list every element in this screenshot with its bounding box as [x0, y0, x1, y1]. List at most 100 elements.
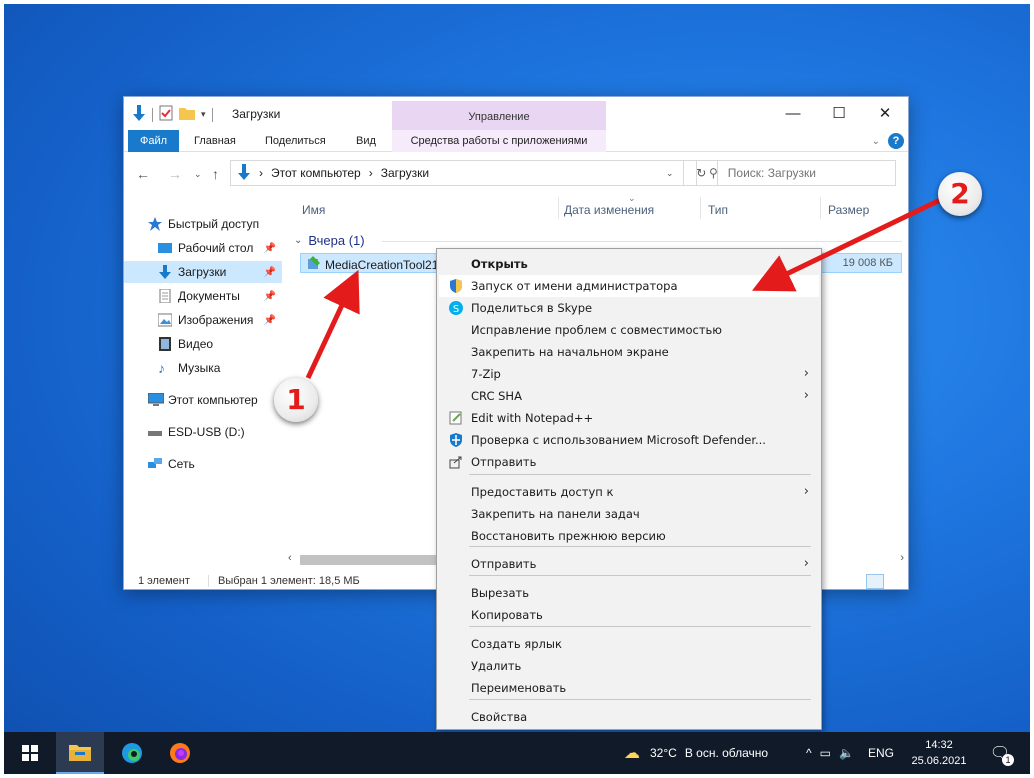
chevron-down-icon: ⌄	[294, 235, 303, 246]
context-menu-item[interactable]: Edit with Notepad++	[439, 407, 819, 429]
context-menu-item[interactable]: Исправление проблем с совместимостью	[439, 319, 819, 341]
context-menu-item[interactable]: Вырезать	[439, 582, 819, 604]
pin-icon[interactable]: 📌	[264, 267, 276, 278]
chevron-right-icon: ›	[803, 556, 809, 571]
weather-widget[interactable]: ☁ 32°C В осн. облачно	[624, 732, 768, 774]
sidebar-item-label: Видео	[178, 337, 214, 351]
start-button[interactable]	[8, 732, 52, 774]
language-indicator[interactable]: ENG	[868, 746, 894, 760]
context-menu-item[interactable]: Закрепить на начальном экране	[439, 341, 819, 363]
pin-icon[interactable]: 📌	[264, 243, 276, 254]
clock[interactable]: 14:32 25.06.2021	[904, 737, 974, 769]
sidebar-item-pictures[interactable]: Изображения 📌	[124, 309, 282, 331]
context-menu-item[interactable]: Проверка с использованием Microsoft Defe…	[439, 429, 819, 451]
group-header[interactable]: ⌄ Вчера (1)	[294, 233, 365, 248]
back-arrow-icon[interactable]: ←	[136, 166, 150, 182]
context-menu-item[interactable]: Восстановить прежнюю версию	[439, 525, 819, 547]
sidebar-item-usb-drive[interactable]: ESD-USB (D:)	[124, 421, 282, 443]
breadcrumb-computer[interactable]: Этот компьютер	[271, 166, 361, 180]
context-menu-item-label: Проверка с использованием Microsoft Defe…	[471, 433, 766, 447]
search-input[interactable]	[727, 166, 868, 180]
context-menu-item[interactable]: Копировать	[439, 604, 819, 626]
maximize-button[interactable]: ☐	[816, 97, 862, 129]
pin-icon[interactable]: 📌	[264, 291, 276, 302]
sidebar-item-videos[interactable]: Видео	[124, 333, 282, 355]
context-menu-item[interactable]: Создать ярлык	[439, 633, 819, 655]
tab-home[interactable]: Главная	[194, 130, 236, 152]
tab-file[interactable]: Файл	[128, 130, 179, 152]
column-header-size[interactable]: Размер	[828, 203, 869, 217]
sidebar-item-network[interactable]: Сеть	[124, 453, 282, 475]
column-divider[interactable]	[820, 197, 821, 219]
menu-separator	[469, 474, 811, 475]
breadcrumb-separator: ›	[259, 166, 263, 180]
tab-share[interactable]: Поделиться	[265, 130, 326, 152]
usb-drive-icon	[148, 425, 162, 439]
column-header-date[interactable]: Дата изменения	[564, 203, 654, 217]
context-menu-item[interactable]: Переименовать	[439, 677, 819, 699]
address-bar[interactable]: › Этот компьютер › Загрузки	[230, 160, 684, 186]
context-menu-item-label: Вырезать	[471, 586, 529, 600]
context-menu-item[interactable]: Свойства	[439, 706, 819, 728]
recent-locations-icon[interactable]: ⌄	[194, 169, 202, 180]
pin-icon[interactable]: 📌	[264, 315, 276, 326]
weather-description: В осн. облачно	[684, 746, 769, 760]
taskbar-firefox-button[interactable]	[156, 732, 204, 774]
minimize-button[interactable]: —	[770, 97, 816, 129]
context-menu-item-label: CRC SHA	[471, 389, 522, 403]
action-center-button[interactable]: 🗨 1	[980, 732, 1020, 774]
column-header-type[interactable]: Тип	[708, 203, 728, 217]
context-menu-item[interactable]: Запуск от имени администратора	[439, 275, 819, 297]
context-menu-item[interactable]: Открыть	[439, 253, 819, 275]
manage-tab-header[interactable]: Управление	[392, 101, 606, 131]
taskbar-explorer-button[interactable]	[56, 732, 104, 774]
context-menu-item[interactable]: Закрепить на панели задач	[439, 503, 819, 525]
sidebar-item-music[interactable]: ♪ Музыка	[124, 357, 282, 379]
large-icons-view-icon[interactable]	[886, 574, 904, 589]
context-menu-item[interactable]: Удалить	[439, 655, 819, 677]
context-menu-item[interactable]: S Поделиться в Skype	[439, 297, 819, 319]
sidebar-item-this-pc[interactable]: Этот компьютер	[124, 389, 282, 411]
download-arrow-icon[interactable]	[132, 105, 146, 124]
column-divider[interactable]	[700, 197, 701, 219]
column-header-name[interactable]: Имя	[302, 203, 325, 217]
address-dropdown-icon[interactable]: ⌄	[654, 161, 686, 185]
forward-arrow-icon[interactable]: →	[168, 166, 182, 182]
help-icon[interactable]: ?	[888, 133, 904, 149]
context-menu-item[interactable]: 7-Zip ›	[439, 363, 819, 385]
volume-icon[interactable]: 🔈	[839, 746, 854, 760]
context-menu-item[interactable]: CRC SHA ›	[439, 385, 819, 407]
scroll-left-icon[interactable]: ‹	[288, 552, 292, 564]
breadcrumb-downloads[interactable]: Загрузки	[381, 166, 429, 180]
sidebar-item-desktop[interactable]: Рабочий стол 📌	[124, 237, 282, 259]
windows-logo-icon	[22, 745, 38, 761]
sidebar-item-documents[interactable]: Документы 📌	[124, 285, 282, 307]
qat-dropdown-icon[interactable]: ▾	[201, 109, 206, 120]
taskbar-edge-button[interactable]	[108, 732, 156, 774]
group-label: Вчера (1)	[308, 233, 365, 248]
details-view-icon[interactable]	[866, 574, 884, 589]
tab-view[interactable]: Вид	[356, 130, 376, 152]
context-menu-item[interactable]: Отправить	[439, 451, 819, 473]
tab-app-tools[interactable]: Средства работы с приложениями	[392, 130, 606, 152]
expand-ribbon-icon[interactable]: ⌄	[872, 136, 880, 147]
up-arrow-icon[interactable]: ↑	[212, 166, 219, 182]
network-status-icon[interactable]: ▭	[820, 746, 831, 760]
sidebar-item-downloads[interactable]: Загрузки 📌	[124, 261, 282, 283]
folder-icon	[69, 745, 91, 761]
close-button[interactable]: ✕	[862, 97, 908, 129]
file-name: MediaCreationTool21	[325, 257, 439, 272]
weather-temperature: 32°C	[650, 746, 677, 760]
new-folder-icon[interactable]	[179, 106, 195, 123]
star-icon	[148, 217, 162, 231]
tray-overflow-icon[interactable]: ^	[806, 746, 812, 760]
download-icon	[158, 265, 172, 279]
sidebar-item-quick-access[interactable]: Быстрый доступ	[124, 213, 282, 235]
context-menu-item[interactable]: Предоставить доступ к ›	[439, 481, 819, 503]
column-divider[interactable]	[558, 197, 559, 219]
properties-icon[interactable]	[159, 105, 173, 124]
search-box[interactable]: ⚲	[696, 160, 896, 186]
scroll-right-icon[interactable]: ›	[900, 552, 904, 564]
menu-separator	[469, 699, 811, 700]
context-menu-item[interactable]: Отправить ›	[439, 553, 819, 575]
